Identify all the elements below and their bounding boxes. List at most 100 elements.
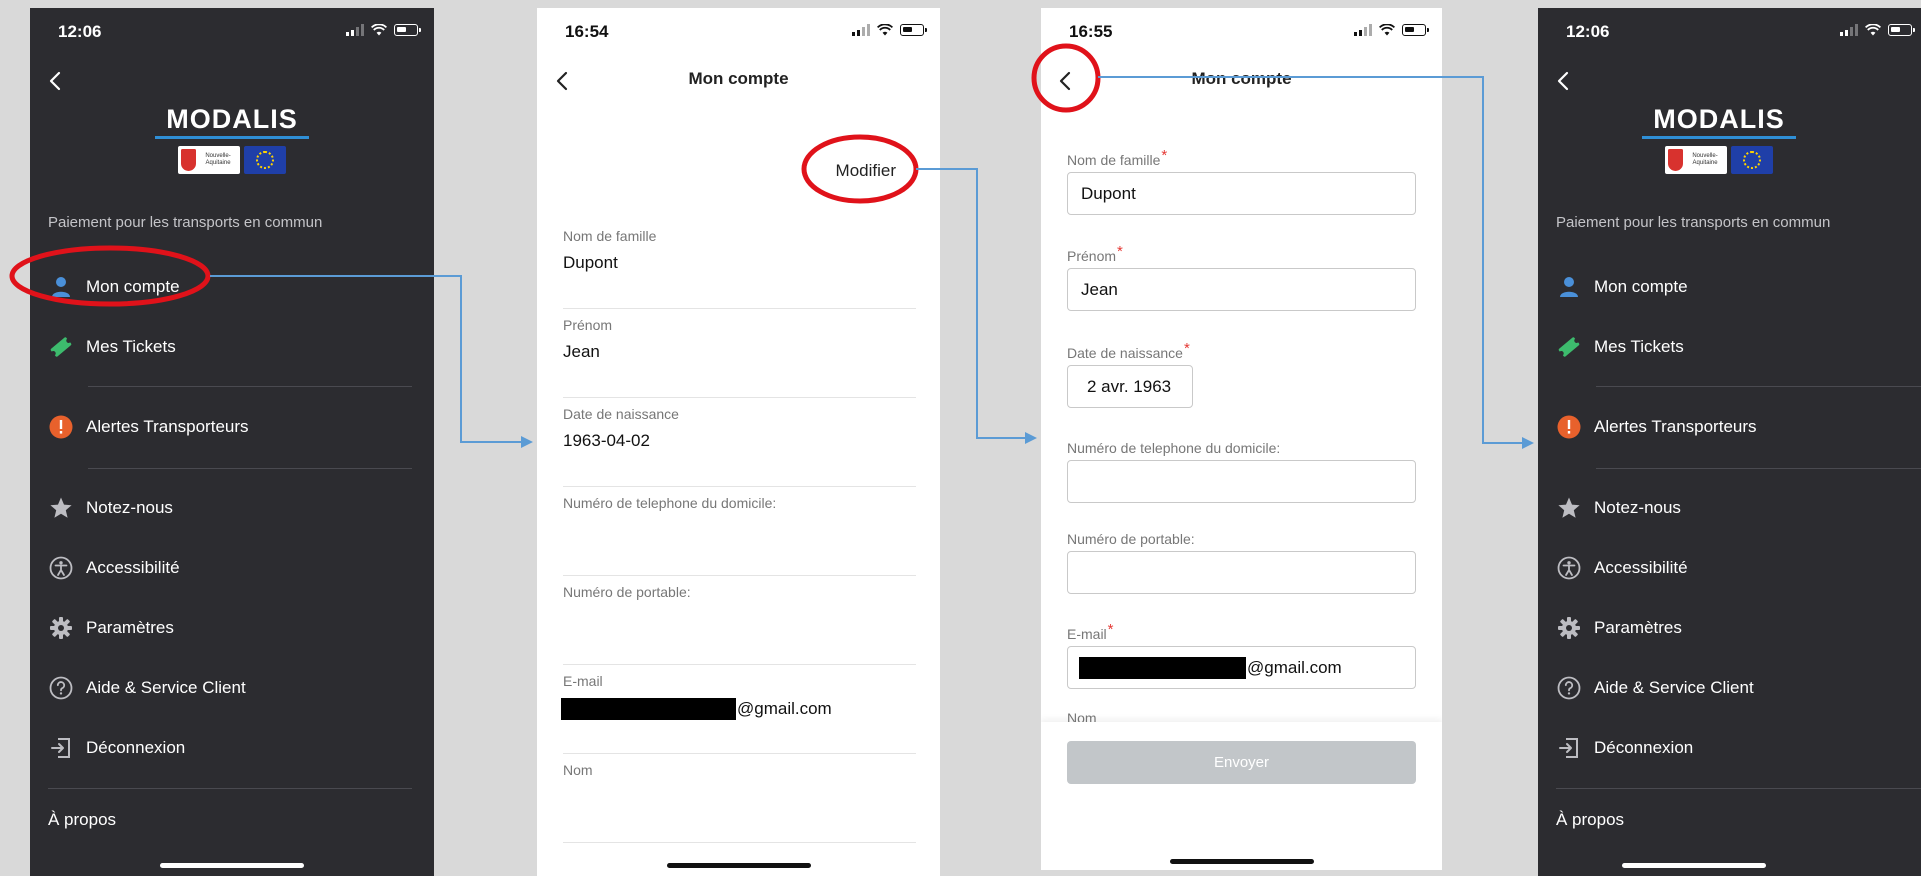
menu-item-alertes[interactable]: Alertes Transporteurs <box>1556 407 1910 447</box>
info-label: Numéro de telephone du domicile: <box>563 495 777 511</box>
about-link[interactable]: À propos <box>1556 810 1624 830</box>
battery-icon <box>394 24 421 36</box>
status-icons <box>1354 24 1429 36</box>
info-row-email: E-mail @gmail.com <box>561 665 916 754</box>
email-input[interactable]: @gmail.com <box>1067 646 1416 689</box>
modalis-logo: MODALIS Nouvelle-Aquitaine <box>30 104 434 174</box>
menu-item-mes-tickets[interactable]: Mes Tickets <box>48 327 416 367</box>
field-label-email: E-mail* <box>1067 621 1114 642</box>
chevron-left-icon <box>49 71 61 91</box>
menu-divider <box>48 788 412 789</box>
battery-icon <box>1402 24 1429 36</box>
menu-divider <box>1596 468 1921 469</box>
info-label: Nom de famille <box>563 228 657 244</box>
signal-icon <box>1354 24 1372 36</box>
menu-label: Paramètres <box>86 618 174 637</box>
telephone-domicile-input[interactable] <box>1067 460 1416 503</box>
signal-icon <box>852 24 870 36</box>
portable-input[interactable] <box>1067 551 1416 594</box>
nom-de-famille-input[interactable]: Dupont <box>1067 172 1416 215</box>
status-time: 12:06 <box>1566 22 1610 41</box>
menu-item-deconnexion[interactable]: Déconnexion <box>48 728 416 768</box>
page-title: Mon compte <box>688 69 789 88</box>
region-badge-text: Nouvelle-Aquitaine <box>1692 153 1718 166</box>
modify-button[interactable]: Modifier <box>836 161 896 181</box>
menu-label: Aide & Service Client <box>1594 678 1754 697</box>
star-icon <box>48 495 74 521</box>
info-label: Date de naissance <box>563 406 679 422</box>
status-bar: 12:06 <box>30 22 434 42</box>
menu-label: Déconnexion <box>1594 738 1694 757</box>
menu-divider <box>1596 386 1921 387</box>
region-shield-icon <box>1668 149 1684 171</box>
info-value: Dupont <box>563 253 618 272</box>
redacted-block <box>1079 656 1246 679</box>
info-value: Jean <box>563 342 600 361</box>
help-icon <box>48 675 74 701</box>
field-label-telephone-domicile: Numéro de telephone du domicile: <box>1067 440 1281 456</box>
menu-divider <box>88 386 412 387</box>
drawer-caption: Paiement pour les transports en commun <box>48 214 323 231</box>
user-icon <box>1556 274 1582 300</box>
date-de-naissance-picker[interactable]: 2 avr. 1963 <box>1067 365 1193 408</box>
home-indicator <box>1622 863 1766 868</box>
menu-item-accessibilite[interactable]: Accessibilité <box>48 548 416 588</box>
menu-label: Mes Tickets <box>86 337 176 356</box>
menu-item-accessibilite[interactable]: Accessibilité <box>1556 548 1910 588</box>
menu-item-mon-compte[interactable]: Mon compte <box>48 267 416 307</box>
region-badge: Nouvelle-Aquitaine <box>1665 146 1727 174</box>
ticket-icon <box>48 334 74 360</box>
logo-underline <box>1642 136 1796 139</box>
phone-screen-account-view: 16:54 Mon compte Modifier Nom de famille… <box>537 8 940 876</box>
phone-screen-account-edit: 16:55 Mon compte Nom de famille* Dupont … <box>1041 8 1442 870</box>
status-time: 16:55 <box>1069 22 1113 41</box>
info-label: E-mail <box>563 673 603 689</box>
menu-divider <box>1556 788 1921 789</box>
menu-item-aide[interactable]: Aide & Service Client <box>48 668 416 708</box>
menu-item-parametres[interactable]: Paramètres <box>48 608 416 648</box>
back-button[interactable] <box>1548 66 1578 96</box>
logout-icon <box>48 735 74 761</box>
menu-label: Notez-nous <box>1594 498 1681 517</box>
back-button[interactable] <box>40 66 70 96</box>
info-row-telephone-domicile: Numéro de telephone du domicile: <box>563 487 916 576</box>
envoyer-button[interactable]: Envoyer <box>1067 741 1416 784</box>
menu-item-alertes[interactable]: Alertes Transporteurs <box>48 407 416 447</box>
wifi-icon <box>371 24 387 36</box>
menu-label: Mes Tickets <box>1594 337 1684 356</box>
accessibility-icon <box>1556 555 1582 581</box>
status-icons <box>1840 24 1915 36</box>
region-shield-icon <box>181 149 197 171</box>
phone-screen-menu: 12:06 MODALIS Nouvelle-Aquitaine Paiemen… <box>30 8 434 876</box>
menu-item-notez-nous[interactable]: Notez-nous <box>48 488 416 528</box>
phone-screen-menu-return: 12:06 MODALIS Nouvelle-Aquitaine Paiemen… <box>1538 8 1921 876</box>
info-value: 1963-04-02 <box>563 431 650 450</box>
menu-item-mes-tickets[interactable]: Mes Tickets <box>1556 327 1910 367</box>
region-badge: Nouvelle-Aquitaine <box>178 146 240 174</box>
menu-item-parametres[interactable]: Paramètres <box>1556 608 1910 648</box>
menu-item-aide[interactable]: Aide & Service Client <box>1556 668 1910 708</box>
alert-icon <box>1556 414 1582 440</box>
user-icon <box>48 274 74 300</box>
status-time: 12:06 <box>58 22 102 41</box>
menu-item-mon-compte[interactable]: Mon compte <box>1556 267 1910 307</box>
menu-label: Mon compte <box>1594 277 1688 296</box>
logout-icon <box>1556 735 1582 761</box>
menu-label: Déconnexion <box>86 738 186 757</box>
prenom-input[interactable]: Jean <box>1067 268 1416 311</box>
star-icon <box>1556 495 1582 521</box>
signal-icon <box>346 24 364 36</box>
menu-item-notez-nous[interactable]: Notez-nous <box>1556 488 1910 528</box>
wifi-icon <box>877 24 893 36</box>
status-bar: 12:06 <box>1538 22 1921 42</box>
email-domain: @gmail.com <box>737 699 832 718</box>
about-link[interactable]: À propos <box>48 810 116 830</box>
status-time: 16:54 <box>565 22 609 41</box>
menu-item-deconnexion[interactable]: Déconnexion <box>1556 728 1910 768</box>
gear-icon <box>48 615 74 641</box>
home-indicator <box>160 863 304 868</box>
ticket-icon <box>1556 334 1582 360</box>
redacted-block <box>561 698 736 720</box>
menu-label: Paramètres <box>1594 618 1682 637</box>
battery-icon <box>900 24 927 36</box>
